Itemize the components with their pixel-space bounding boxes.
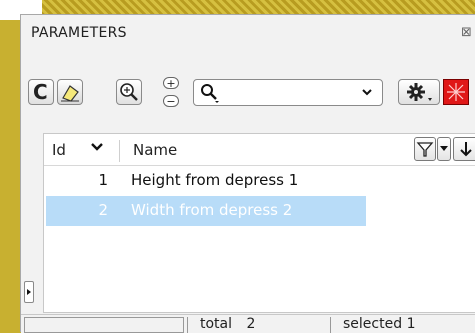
settings-button[interactable] xyxy=(398,79,440,105)
burst-icon xyxy=(444,80,468,104)
close-icon[interactable]: ⊠ xyxy=(461,25,475,41)
highlight-button[interactable] xyxy=(57,79,83,105)
column-divider[interactable] xyxy=(119,140,120,162)
alert-button[interactable] xyxy=(443,79,469,105)
sort-button[interactable] xyxy=(453,137,475,161)
parameters-panel: PARAMETERS ⊠ C + − xyxy=(20,14,475,332)
chevron-down-icon[interactable] xyxy=(90,140,104,158)
arrow-down-icon xyxy=(455,138,475,160)
column-header-name[interactable]: Name xyxy=(133,141,177,159)
row-id: 1 xyxy=(46,171,108,189)
row-name: Width from depress 2 xyxy=(131,201,292,219)
search-icon xyxy=(198,81,222,105)
refresh-icon: C xyxy=(33,80,48,104)
search-input[interactable] xyxy=(224,82,348,104)
list-header: Id Name xyxy=(44,134,475,166)
dropdown-arrow-icon xyxy=(438,138,450,160)
status-total-value: 2 xyxy=(246,316,255,332)
chevron-down-icon[interactable] xyxy=(360,85,374,99)
status-selected-label: selected xyxy=(343,316,402,332)
status-bar: total 2 selected 1 xyxy=(21,314,475,333)
status-selected-value: 1 xyxy=(407,316,416,332)
zoom-icon xyxy=(117,80,141,104)
highlighter-icon xyxy=(58,80,82,104)
gear-icon xyxy=(399,80,439,104)
chevron-right-icon xyxy=(25,282,33,302)
row-name: Height from depress 1 xyxy=(131,171,298,189)
side-expander-handle[interactable] xyxy=(24,281,34,303)
filter-icon xyxy=(415,138,435,160)
filter-dropdown-button[interactable] xyxy=(437,137,451,161)
panel-title: PARAMETERS xyxy=(31,25,127,41)
status-total-label: total xyxy=(200,316,232,332)
table-row-selected[interactable]: 2 Width from depress 2 xyxy=(46,196,366,226)
collapse-button[interactable]: − xyxy=(163,95,179,107)
refresh-button[interactable]: C xyxy=(28,79,54,105)
expand-button[interactable]: + xyxy=(163,77,179,89)
status-total: total 2 xyxy=(187,317,327,333)
table-row[interactable]: 1 Height from depress 1 xyxy=(46,166,366,196)
filter-button[interactable] xyxy=(414,137,436,161)
row-id: 2 xyxy=(46,201,108,219)
status-selected: selected 1 xyxy=(330,317,475,333)
status-segment-empty xyxy=(24,317,184,333)
search-field xyxy=(193,79,383,106)
parameters-list: Id Name 1 Height from depress 1 2 xyxy=(43,133,475,313)
zoom-button[interactable] xyxy=(116,79,142,105)
column-header-id[interactable]: Id xyxy=(52,141,66,159)
